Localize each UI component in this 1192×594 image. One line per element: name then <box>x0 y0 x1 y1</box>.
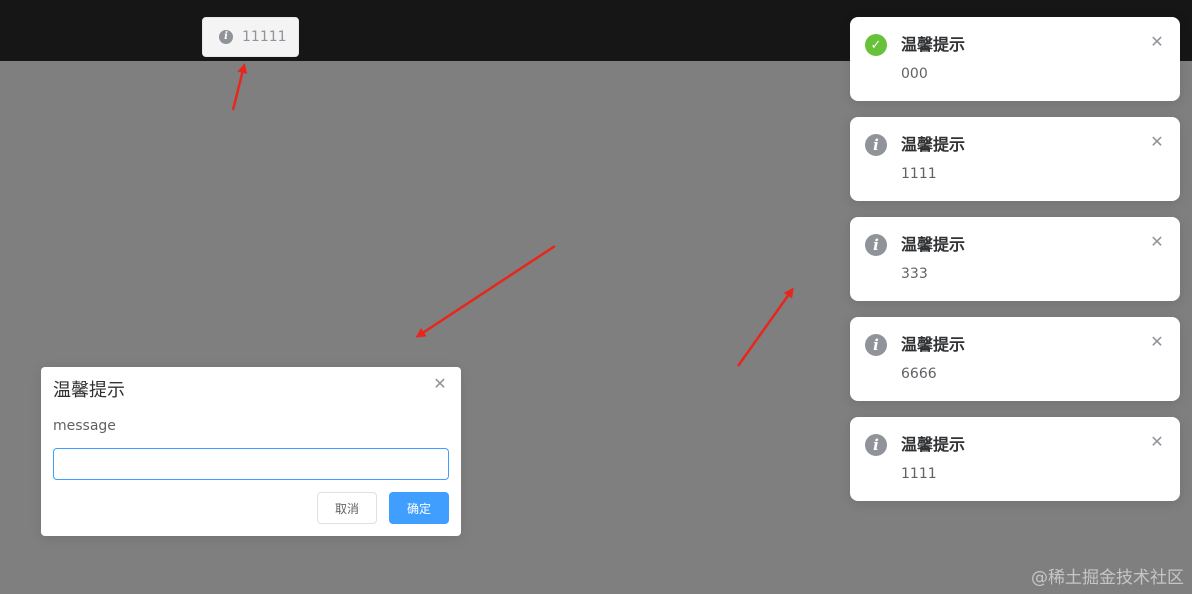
arrow-to-notifications <box>736 287 794 367</box>
annotation-arrows <box>231 63 794 367</box>
arrow-to-message-toast <box>231 63 248 111</box>
arrow-to-dialog <box>415 244 556 338</box>
watermark: @稀土掘金技术社区 <box>1031 568 1184 588</box>
